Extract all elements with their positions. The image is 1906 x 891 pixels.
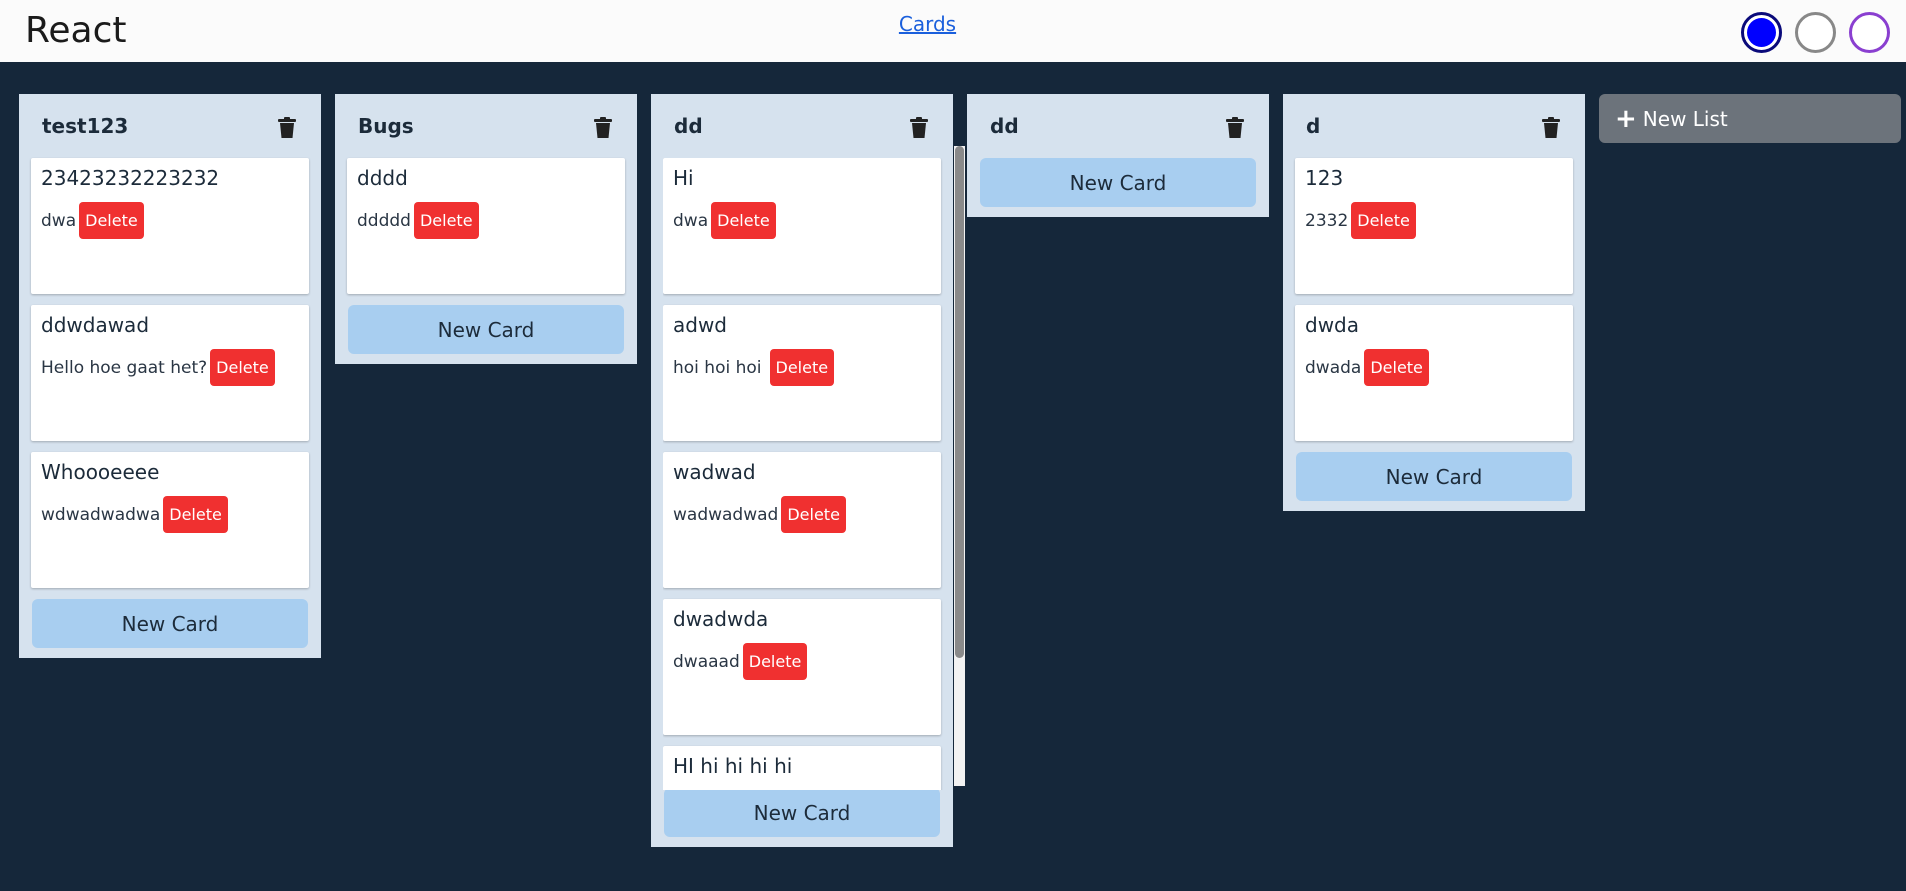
- app-header: React Cards: [0, 0, 1906, 62]
- new-card-button[interactable]: New Card: [980, 158, 1256, 207]
- list-d: d 123 2332 Delete dwda dwada Delete New …: [1283, 94, 1585, 511]
- card-title: 123: [1305, 166, 1344, 190]
- card-title: wadwad: [673, 460, 756, 484]
- list-dd: dd Hi dwa Delete adwd hoi hoi hoi Delete: [651, 94, 965, 847]
- card-title: HI hi hi hi hi: [673, 754, 793, 778]
- card[interactable]: 123 2332 Delete: [1295, 158, 1573, 294]
- list-title: d: [1306, 114, 1321, 138]
- delete-card-button[interactable]: Delete: [1351, 202, 1416, 239]
- list-scrollbar[interactable]: [954, 146, 965, 786]
- card-description: dwaaad: [673, 651, 740, 672]
- card-description: hoi hoi hoi: [673, 357, 762, 378]
- trash-icon[interactable]: [909, 117, 929, 139]
- new-card-button[interactable]: New Card: [32, 599, 308, 648]
- card-title: Hi: [673, 166, 694, 190]
- card[interactable]: wadwad wadwadwad Delete: [663, 452, 941, 588]
- list-dd-empty: dd New Card: [967, 94, 1269, 217]
- card-description: wadwadwad: [673, 504, 779, 525]
- card-title: 23423232223232: [41, 166, 220, 190]
- theme-switcher: [1741, 12, 1890, 53]
- list-title: Bugs: [358, 114, 414, 138]
- board: test123 23423232223232 dwa Delete ddwdaw…: [19, 94, 1901, 847]
- card[interactable]: ddwdawad Hello hoe gaat het? Delete: [31, 305, 309, 441]
- card[interactable]: adwd hoi hoi hoi Delete: [663, 305, 941, 441]
- card-description: dwa: [673, 210, 709, 231]
- card-title: dwda: [1305, 313, 1360, 337]
- list-header: dd: [979, 94, 1257, 158]
- list-title: dd: [674, 114, 703, 138]
- theme-blue-button[interactable]: [1741, 12, 1782, 53]
- delete-card-button[interactable]: Delete: [79, 202, 144, 239]
- delete-card-button[interactable]: Delete: [210, 349, 275, 386]
- card-title: ddwdawad: [41, 313, 150, 337]
- scrollbar-thumb[interactable]: [955, 146, 964, 658]
- list-test123: test123 23423232223232 dwa Delete ddwdaw…: [19, 94, 321, 658]
- new-list-button[interactable]: + New List: [1599, 94, 1901, 143]
- card-description: ddddd: [357, 210, 411, 231]
- delete-card-button[interactable]: Delete: [413, 202, 479, 239]
- delete-card-button[interactable]: Delete: [769, 349, 835, 386]
- trash-icon[interactable]: [1225, 117, 1245, 139]
- theme-gray-button[interactable]: [1795, 12, 1836, 53]
- card-title: dwadwda: [673, 607, 769, 631]
- card[interactable]: HI hi hi hi hi: [663, 746, 941, 790]
- card-title: adwd: [673, 313, 728, 337]
- card-description: dwa: [41, 210, 77, 231]
- card[interactable]: dddd ddddd Delete: [347, 158, 625, 294]
- list-header: Bugs: [347, 94, 625, 158]
- card[interactable]: dwda dwada Delete: [1295, 305, 1573, 441]
- trash-icon[interactable]: [277, 117, 297, 139]
- new-card-button[interactable]: New Card: [664, 788, 940, 837]
- delete-card-button[interactable]: Delete: [163, 496, 228, 533]
- card[interactable]: Whoooeeee wdwadwadwa Delete: [31, 452, 309, 588]
- delete-card-button[interactable]: Delete: [781, 496, 846, 533]
- list-bugs: Bugs dddd ddddd Delete New Card: [335, 94, 637, 364]
- card[interactable]: dwadwda dwaaad Delete: [663, 599, 941, 735]
- delete-card-button[interactable]: Delete: [711, 202, 776, 239]
- new-list-label: New List: [1642, 106, 1728, 131]
- trash-icon[interactable]: [1541, 117, 1561, 139]
- card-description: wdwadwadwa: [41, 504, 161, 525]
- plus-icon: +: [1615, 103, 1637, 134]
- list-header: test123: [31, 94, 309, 158]
- card[interactable]: 23423232223232 dwa Delete: [31, 158, 309, 294]
- card-scroll-area: Hi dwa Delete adwd hoi hoi hoi Delete wa…: [663, 158, 953, 790]
- delete-card-button[interactable]: Delete: [742, 643, 808, 680]
- list-header: dd: [663, 94, 941, 158]
- new-card-button[interactable]: New Card: [348, 305, 624, 354]
- list-title: dd: [990, 114, 1019, 138]
- list-header: d: [1295, 94, 1573, 158]
- delete-card-button[interactable]: Delete: [1364, 349, 1429, 386]
- card[interactable]: Hi dwa Delete: [663, 158, 941, 294]
- card-description: Hello hoe gaat het?: [41, 357, 208, 378]
- card-description: dwada: [1305, 357, 1362, 378]
- trash-icon[interactable]: [593, 117, 613, 139]
- card-description: 2332: [1305, 210, 1349, 231]
- new-card-button[interactable]: New Card: [1296, 452, 1572, 501]
- card-title: Whoooeeee: [41, 460, 160, 484]
- card-title: dddd: [357, 166, 408, 190]
- cards-nav-link[interactable]: Cards: [0, 12, 1855, 36]
- theme-purple-button[interactable]: [1849, 12, 1890, 53]
- list-title: test123: [42, 114, 129, 138]
